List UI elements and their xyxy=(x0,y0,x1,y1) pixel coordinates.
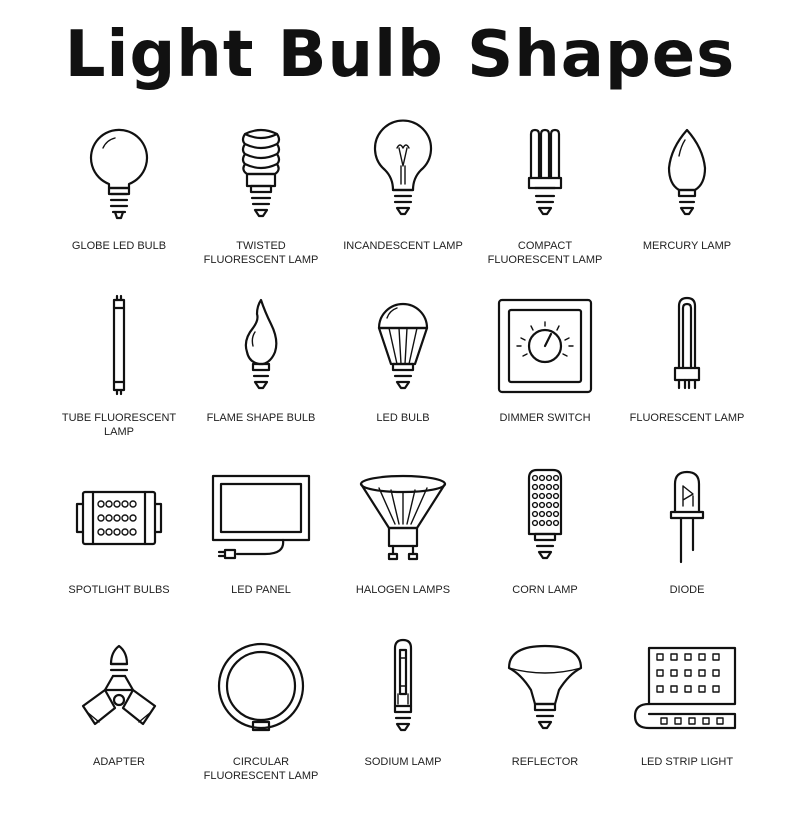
bulb-label: FLAME SHAPE BULB xyxy=(206,412,316,424)
mercury-lamp-icon xyxy=(627,118,747,228)
bulb-item: LED PANEL xyxy=(190,462,332,633)
bulb-label: GLOBE LED BULB xyxy=(71,240,167,252)
corn-lamp-icon xyxy=(485,462,605,572)
bulb-label: LED BULB xyxy=(376,412,430,424)
diode-icon xyxy=(627,462,747,572)
bulb-item: ADAPTER xyxy=(48,634,190,805)
bulb-shapes-grid: GLOBE LED BULB TWISTEDFLUORESCENT LAMP xyxy=(48,118,758,808)
bulb-label: FLUORESCENT LAMP xyxy=(629,412,745,424)
bulb-item: LED STRIP LIGHT xyxy=(616,634,758,805)
tube-fluorescent-lamp-icon xyxy=(59,290,179,400)
bulb-label: TUBE FLUORESCENT LAMP xyxy=(61,412,177,438)
bulb-label: HALOGEN LAMPS xyxy=(355,584,451,596)
circular-fluorescent-lamp-icon xyxy=(201,634,321,744)
bulb-item: SODIUM LAMP xyxy=(332,634,474,805)
bulb-item: MERCURY LAMP xyxy=(616,118,758,289)
dimmer-switch-icon xyxy=(485,290,605,400)
bulb-label: CIRCULAR FLUORESCENT LAMP xyxy=(203,756,319,782)
adapter-icon xyxy=(59,634,179,744)
bulb-label: SPOTLIGHT BULBS xyxy=(68,584,170,596)
bulb-item: HALOGEN LAMPS xyxy=(332,462,474,633)
bulb-item: GLOBE LED BULB xyxy=(48,118,190,289)
bulb-item: CIRCULAR FLUORESCENT LAMP xyxy=(190,634,332,805)
bulb-label: LED STRIP LIGHT xyxy=(640,756,734,768)
bulb-item: SPOTLIGHT BULBS xyxy=(48,462,190,633)
reflector-icon xyxy=(485,634,605,744)
bulb-label: ADAPTER xyxy=(93,756,145,768)
bulb-item: TUBE FLUORESCENT LAMP xyxy=(48,290,190,461)
bulb-item: TWISTED FLUORESCENT LAMP xyxy=(190,118,332,289)
spotlight-bulbs-icon xyxy=(59,462,179,572)
compact-fluorescent-lamp-icon xyxy=(485,118,605,228)
bulb-item: LED BULB xyxy=(332,290,474,461)
led-bulb-icon xyxy=(343,290,463,400)
bulb-label: DIMMER SWITCH xyxy=(499,412,591,424)
bulb-label: COMPACT FLUORESCENT LAMP xyxy=(487,240,603,266)
bulb-item: DIMMER SWITCH xyxy=(474,290,616,461)
led-panel-icon xyxy=(201,462,321,572)
fluorescent-lamp-icon xyxy=(627,290,747,400)
bulb-item: CORN LAMP xyxy=(474,462,616,633)
page-title: Light Bulb Shapes xyxy=(64,18,736,92)
bulb-item: FLAME SHAPE BULB xyxy=(190,290,332,461)
bulb-label: LED PANEL xyxy=(231,584,291,596)
led-strip-light-icon xyxy=(627,634,747,744)
bulb-label: CORN LAMP xyxy=(512,584,578,596)
bulb-item: FLUORESCENT LAMP xyxy=(616,290,758,461)
bulb-item: REFLECTOR xyxy=(474,634,616,805)
bulb-label: DIODE xyxy=(669,584,705,596)
bulb-label: TWISTED FLUORESCENT LAMP xyxy=(203,240,319,266)
flame-shape-bulb-icon xyxy=(201,290,321,400)
globe-led-bulb-icon xyxy=(59,118,179,228)
bulb-label: MERCURY LAMP xyxy=(642,240,732,252)
bulb-item: COMPACT FLUORESCENT LAMP xyxy=(474,118,616,289)
halogen-lamps-icon xyxy=(343,462,463,572)
twisted-fluorescent-lamp-icon xyxy=(201,118,321,228)
bulb-label: REFLECTOR xyxy=(511,756,579,768)
incandescent-lamp-icon xyxy=(343,118,463,228)
bulb-item: INCANDESCENT LAMP xyxy=(332,118,474,289)
bulb-label: SODIUM LAMP xyxy=(364,756,442,768)
bulb-label: INCANDESCENT LAMP xyxy=(343,240,463,252)
sodium-lamp-icon xyxy=(343,634,463,744)
bulb-item: DIODE xyxy=(616,462,758,633)
